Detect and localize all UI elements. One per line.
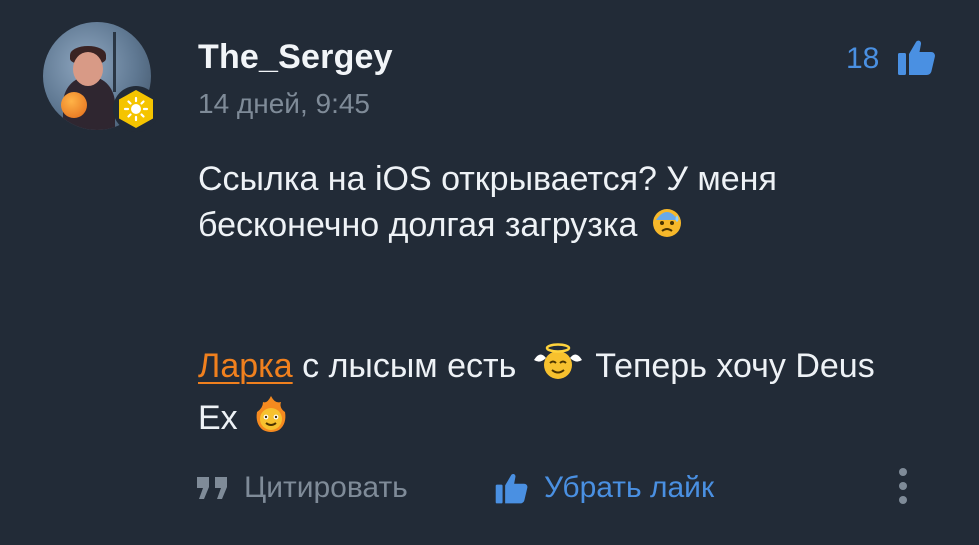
quote-button[interactable]: Цитировать (196, 468, 408, 508)
thumbs-up-icon (494, 470, 530, 506)
more-vertical-icon[interactable] (893, 466, 913, 506)
thumbs-up-icon[interactable] (896, 36, 938, 83)
unlike-button[interactable]: Убрать лайк (494, 468, 714, 508)
message-paragraph-1: Ссылка на iOS открывается? У меня бескон… (198, 156, 898, 250)
comment-message: Ссылка на iOS открывается? У меня бескон… (198, 156, 898, 446)
avatar-ball (61, 92, 87, 118)
quote-label: Цитировать (244, 471, 408, 504)
fire-face-emoji (251, 394, 291, 446)
sun-badge-icon (113, 86, 159, 132)
quote-icon (196, 475, 230, 501)
message-paragraph-2: Ларка с лысым есть Теперь хочу Deus Ex (198, 342, 898, 446)
message-text-2a: с лысым есть (302, 347, 517, 385)
avatar-head (73, 52, 103, 86)
avatar-mast (113, 32, 116, 92)
comment-timestamp: 14 дней, 9:45 (198, 88, 370, 119)
anxious-face-emoji (651, 204, 683, 250)
comment-actions: Цитировать Убрать лайк (0, 468, 979, 508)
unlike-label: Убрать лайк (544, 471, 715, 504)
angel-face-emoji (530, 342, 586, 394)
like-count[interactable]: 18 (846, 42, 879, 76)
message-gap (198, 250, 898, 342)
message-text-1: Ссылка на iOS открывается? У меня бескон… (198, 160, 777, 244)
user-mention-link[interactable]: Ларка (198, 347, 293, 385)
author-name[interactable]: The_Sergey (198, 38, 393, 77)
